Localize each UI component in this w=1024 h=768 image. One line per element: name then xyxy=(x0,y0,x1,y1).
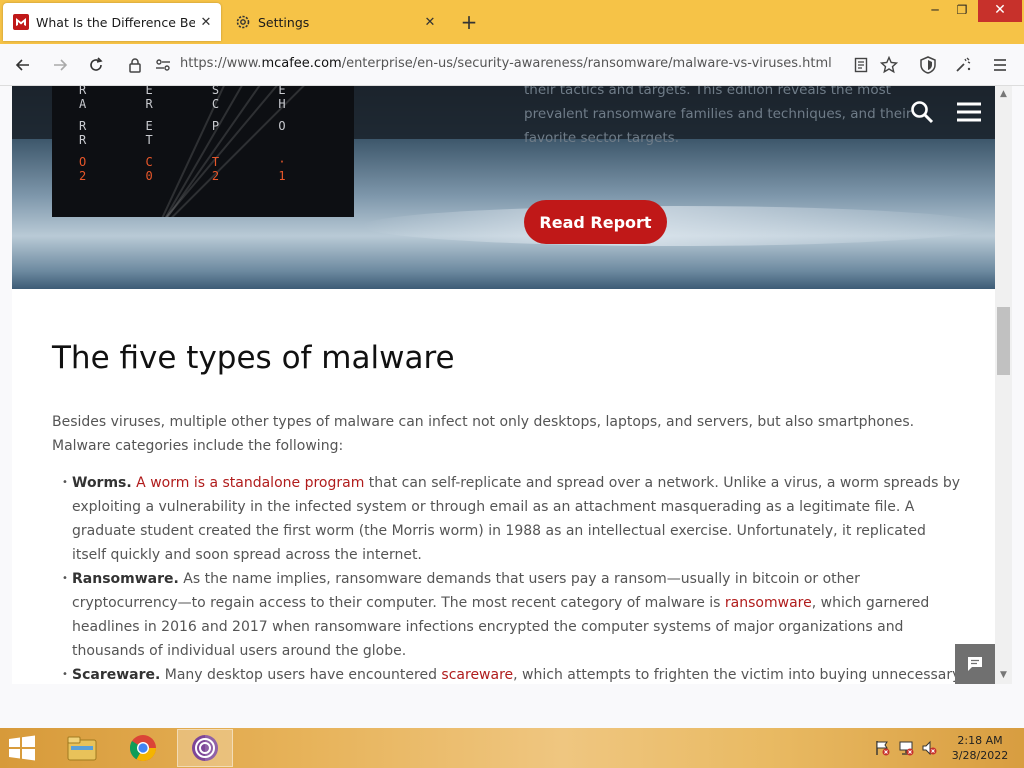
shield-icon[interactable] xyxy=(915,53,941,77)
browser-tab-strip: What Is the Difference Between ✕ Setting… xyxy=(0,0,1024,44)
read-report-button[interactable]: Read Report xyxy=(524,200,667,244)
list-item: • Ransomware. As the name implies, ransom… xyxy=(62,567,962,663)
bullet: • xyxy=(62,477,68,488)
navigation-toolbar: https://www.mcafee.com/enterprise/en-us/… xyxy=(0,44,1024,86)
scrollbar-thumb[interactable] xyxy=(997,307,1010,375)
item-term: Scareware. xyxy=(72,667,161,683)
network-icon[interactable] xyxy=(898,740,914,756)
section-heading: The five types of malware xyxy=(52,340,455,376)
list-item: • Scareware. Many desktop users have enco… xyxy=(62,663,962,684)
close-tab-icon[interactable]: ✕ xyxy=(195,15,217,30)
close-tab-icon[interactable]: ✕ xyxy=(419,15,441,30)
hero-description: their tactics and targets. This edition … xyxy=(524,86,912,146)
hero-background-streak xyxy=(362,206,992,246)
scareware-link[interactable]: scareware xyxy=(441,667,513,683)
url-bar[interactable]: https://www.mcafee.com/enterprise/en-us/… xyxy=(180,56,832,71)
permissions-icon[interactable] xyxy=(150,53,176,77)
file-explorer-icon[interactable] xyxy=(54,729,110,767)
windows-start-icon[interactable] xyxy=(8,735,38,761)
close-window-button[interactable]: ✕ xyxy=(978,0,1022,22)
chrome-icon[interactable] xyxy=(115,729,171,767)
report-line-research: R E S E A R C H xyxy=(79,86,312,111)
tab-title: Settings xyxy=(258,14,310,30)
clock-time: 2:18 AM xyxy=(957,734,1003,747)
tab-title: What Is the Difference Between xyxy=(36,14,195,30)
list-item: • Worms. A worm is a standalone program t… xyxy=(62,471,962,567)
tab-settings[interactable]: Settings ✕ xyxy=(225,3,445,41)
site-menu-icon[interactable] xyxy=(956,101,982,127)
extension-icon[interactable] xyxy=(950,53,976,77)
url-prefix: https://www. xyxy=(180,56,262,71)
item-term: Worms. xyxy=(72,475,132,491)
hero-banner: R E S E A R C H R E P O R T O C T · 2 0 … xyxy=(12,86,995,289)
forward-arrow-icon[interactable] xyxy=(47,53,73,77)
system-clock[interactable]: 2:18 AM 3/28/2022 xyxy=(944,733,1016,763)
tab-mcafee-article[interactable]: What Is the Difference Between ✕ xyxy=(3,3,221,41)
scroll-up-arrow-icon[interactable]: ▲ xyxy=(995,86,1012,103)
restore-button[interactable]: ❐ xyxy=(947,0,977,22)
page-scrollbar[interactable]: ▲ ▼ xyxy=(995,86,1012,684)
intro-paragraph: Besides viruses, multiple other types of… xyxy=(52,414,915,454)
url-host: mcafee.com xyxy=(261,56,342,71)
minimize-button[interactable]: ─ xyxy=(920,0,950,22)
report-line-report: R E P O R T xyxy=(79,119,312,147)
url-path: /enterprise/en-us/security-awareness/ran… xyxy=(341,56,832,71)
hamburger-menu-icon[interactable] xyxy=(987,53,1013,77)
tor-browser-icon[interactable] xyxy=(177,729,233,767)
malware-list: • Worms. A worm is a standalone program t… xyxy=(62,471,962,684)
page-viewport: R E S E A R C H R E P O R T O C T · 2 0 … xyxy=(12,86,995,684)
scroll-down-arrow-icon[interactable]: ▼ xyxy=(995,667,1012,684)
mcafee-logo-icon xyxy=(12,13,30,31)
report-line-date: O C T · 2 0 2 1 xyxy=(79,155,312,183)
reader-view-icon[interactable] xyxy=(848,53,874,77)
bullet: • xyxy=(62,573,68,584)
volume-muted-icon[interactable] xyxy=(921,740,937,756)
windows-taskbar: 2:18 AM 3/28/2022 xyxy=(0,728,1024,768)
ransomware-link[interactable]: ransomware xyxy=(725,595,812,611)
bullet: • xyxy=(62,669,68,680)
item-text: Many desktop users have encountered xyxy=(160,667,442,683)
back-arrow-icon[interactable] xyxy=(10,53,36,77)
search-icon[interactable] xyxy=(910,100,934,128)
report-cover-image[interactable]: R E S E A R C H R E P O R T O C T · 2 0 … xyxy=(52,86,354,217)
worm-link[interactable]: A worm is a standalone program xyxy=(136,475,364,491)
reload-icon[interactable] xyxy=(83,53,109,77)
new-tab-button[interactable]: + xyxy=(456,9,482,35)
item-term: Ransomware. xyxy=(72,571,179,587)
clock-date: 3/28/2022 xyxy=(951,749,1009,762)
lock-icon[interactable] xyxy=(122,53,148,77)
chat-icon[interactable] xyxy=(955,644,995,684)
bookmark-star-icon[interactable] xyxy=(876,53,902,77)
gear-icon xyxy=(234,13,252,31)
action-center-flag-icon[interactable] xyxy=(874,740,890,756)
